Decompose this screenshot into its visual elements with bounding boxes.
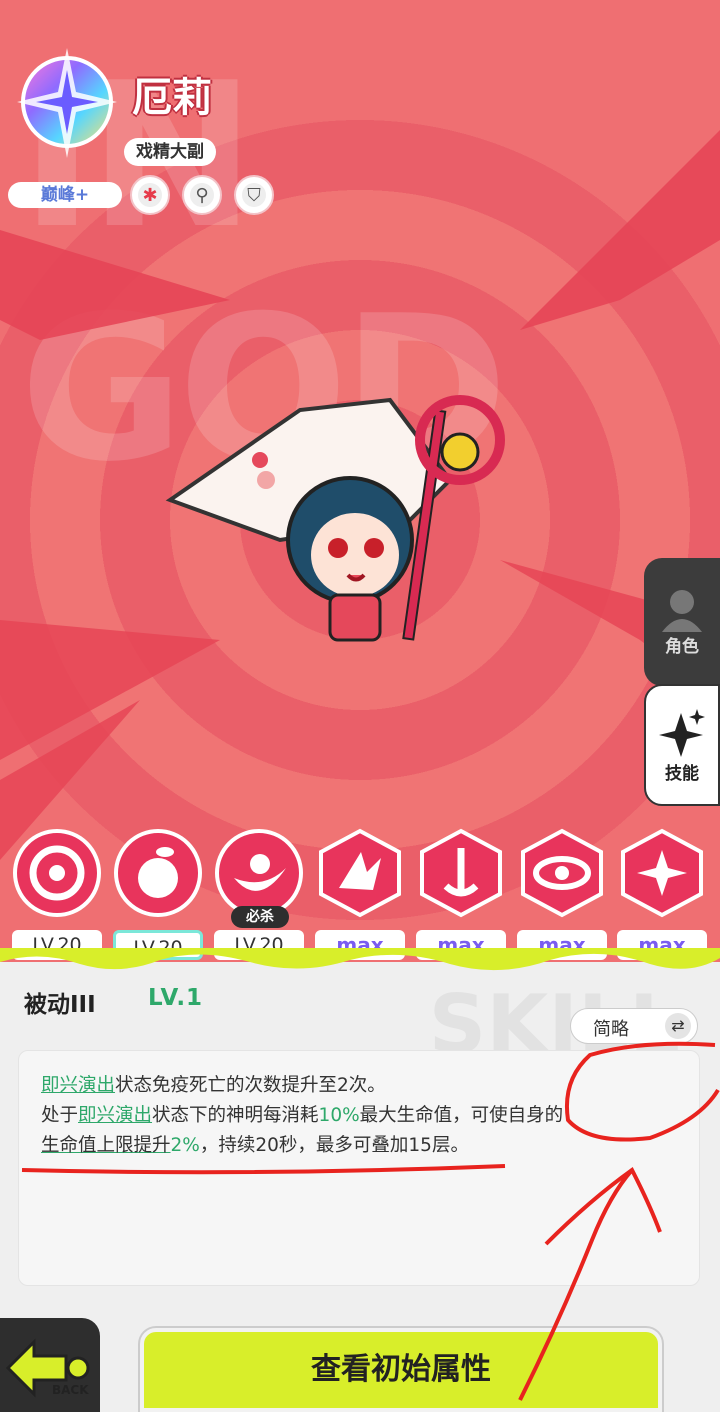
person-icon [662,589,702,632]
tab-character-label: 角色 [665,636,699,657]
peach-skill-icon[interactable] [113,828,203,918]
character-header: 厄莉 戏精大副 巅峰+ ✱ ⚲ ⛉ [0,0,720,230]
ultimate-tag: 必杀 [231,906,289,928]
keyword: 即兴演出 [41,1075,116,1096]
brief-toggle-label: 简略 [593,1019,629,1040]
character-name: 厄莉 [132,75,212,121]
anchor-skill-icon[interactable] [416,828,506,918]
desc-text: 处于 [41,1105,79,1126]
desc-text: 状态免疫死亡的次数提升至2次。 [115,1075,386,1096]
back-arrow-icon [5,1338,90,1398]
desc-number: 10% [318,1105,360,1126]
magnifier-icon[interactable]: ⚲ [182,175,222,215]
skill-screen: IN GOD 厄莉 戏精大副 巅峰+ ✱ ⚲ ⛉ [0,0,720,1412]
skill-description: 即兴演出状态免疫死亡的次数提升至2次。 处于即兴演出状态下的神明每消耗10%最大… [18,1050,700,1286]
skill-name: 被动III [24,992,96,1018]
swap-icon: ⇄ [665,1013,691,1039]
desc-text: 状态下的神明每消耗 [152,1105,319,1126]
tab-skill[interactable]: 技能 [644,684,720,806]
desc-line-1: 即兴演出状态免疫死亡的次数提升至2次。 [41,1071,677,1101]
desc-number: 2% [170,1135,200,1156]
character-title: 戏精大副 [124,138,216,166]
vortex-skill-icon[interactable] [517,828,607,918]
character-emblem-icon [17,48,117,158]
desc-text: 最大生命值，可使自身的 [359,1105,564,1126]
keyword: 生命值上限提升 [41,1135,171,1156]
red-flower-icon[interactable]: ✱ [130,175,170,215]
shield-icon[interactable]: ⛉ [234,175,274,215]
character-portrait [165,395,505,642]
skill-level: LV.1 [148,985,204,1011]
sparkle-icon [659,708,705,757]
star-spin-skill-icon[interactable] [617,828,707,918]
splash-skill-icon[interactable] [315,828,405,918]
brief-toggle-button[interactable]: 简略 ⇄ [570,1008,698,1044]
desc-line-3: 生命值上限提升2%，持续20秒，最多可叠加15层。 [41,1131,677,1161]
desc-text: ，持续20秒，最多可叠加15层。 [199,1135,469,1156]
sun-wheel-skill-icon[interactable] [12,828,102,918]
crescent-skill-icon[interactable] [214,828,304,918]
keyword: 即兴演出 [78,1105,153,1126]
back-button[interactable] [0,1318,100,1412]
slime-divider [0,948,720,971]
tab-character[interactable]: 角色 [644,558,720,686]
desc-line-2: 处于即兴演出状态下的神明每消耗10%最大生命值，可使自身的 [41,1101,677,1131]
tab-skill-label: 技能 [665,763,699,784]
view-initial-stats-button[interactable]: 查看初始属性 [140,1328,662,1412]
back-label: BACK [52,1383,89,1397]
rank-badge: 巅峰+ [8,182,122,208]
